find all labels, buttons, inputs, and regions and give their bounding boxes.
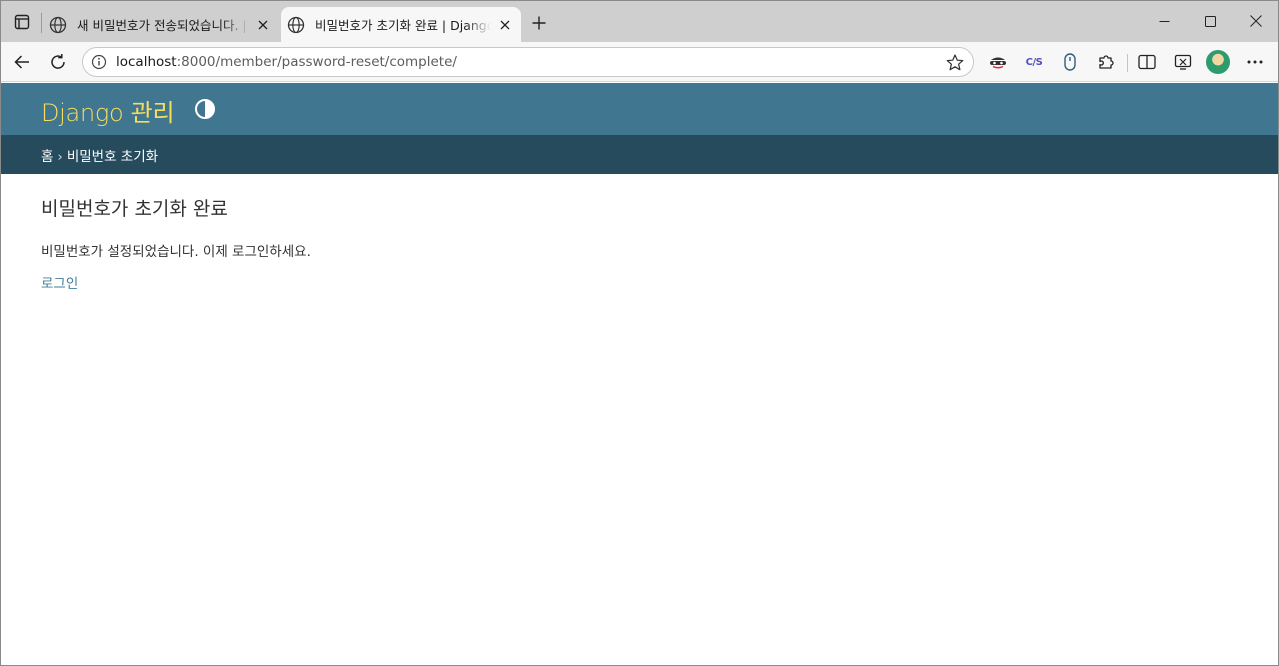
star-icon[interactable] [945,53,965,73]
maximize-icon [1204,15,1216,27]
screenshot-icon [1174,54,1192,70]
globe-icon [287,16,305,33]
extension-cjs-button[interactable]: C/S [1020,48,1048,76]
breadcrumb-home-link[interactable]: 홈 [41,149,53,165]
window-maximize-button[interactable] [1187,5,1233,37]
url-text: localhost:8000/member/password-reset/com… [116,54,457,70]
login-link[interactable]: 로그인 [41,276,78,292]
extensions-button[interactable] [1092,48,1120,76]
reload-button[interactable] [43,47,73,77]
breadcrumb-current: 비밀번호 초기화 [66,149,159,165]
minimize-icon [1159,20,1169,22]
close-icon [1250,15,1262,27]
spy-mask-icon [990,57,1006,69]
close-icon [258,20,268,29]
breadcrumb-separator: › [57,149,63,165]
profile-avatar[interactable] [1206,50,1230,74]
main-content: 비밀번호가 초기화 완료 비밀번호가 설정되었습니다. 이제 로그인하세요. 로… [41,194,311,292]
reload-icon [51,54,65,69]
cjs-icon: C/S [1025,56,1043,68]
globe-icon [49,16,67,33]
back-button[interactable] [7,47,37,77]
site-header: Django 관리 [1,83,1278,135]
browser-tab-active[interactable]: 비밀번호가 초기화 완료 | Django [281,7,521,42]
new-tab-button[interactable] [527,11,551,35]
window-close-button[interactable] [1233,5,1279,37]
url-path: :8000/member/password-reset/complete/ [176,54,457,70]
tab-divider [41,13,42,33]
arrow-left-icon [14,55,29,69]
close-icon [500,20,510,29]
tab-actions-icon [14,14,30,30]
puzzle-icon [1099,55,1114,69]
tab-close-button[interactable] [495,15,515,35]
tab-title: 새 비밀번호가 전송되었습니다. | D [77,18,249,33]
extension-mouse-button[interactable] [1056,48,1084,76]
status-message: 비밀번호가 설정되었습니다. 이제 로그인하세요. [41,244,311,260]
split-screen-button[interactable] [1133,48,1161,76]
theme-toggle-icon[interactable] [194,98,216,120]
browser-tab-inactive[interactable]: 새 비밀번호가 전송되었습니다. | D [43,7,279,42]
tab-actions-button[interactable] [9,9,35,35]
url-host: localhost [116,54,177,70]
browser-menu-button[interactable] [1241,48,1269,76]
address-bar[interactable]: localhost:8000/member/password-reset/com… [82,47,974,77]
page-title: 비밀번호가 초기화 완료 [41,198,228,220]
toolbar-separator [1127,54,1128,72]
browser-toolbar: localhost:8000/member/password-reset/com… [1,42,1278,82]
window-minimize-button[interactable] [1141,5,1187,37]
more-horizontal-icon [1247,60,1263,64]
tab-close-button[interactable] [253,15,273,35]
split-screen-icon [1138,54,1156,70]
browser-tab-strip: 새 비밀번호가 전송되었습니다. | D 비밀번호가 초기화 완료 | Djan… [1,1,1278,42]
screenshot-button[interactable] [1169,48,1197,76]
site-branding[interactable]: Django 관리 [41,93,175,128]
plus-icon [532,16,546,30]
extension-spy-button[interactable] [984,48,1012,76]
tab-title: 비밀번호가 초기화 완료 | Django [315,18,491,33]
breadcrumb: 홈 › 비밀번호 초기화 [1,135,1278,174]
info-icon[interactable] [91,54,107,70]
mouse-icon [1064,53,1076,71]
